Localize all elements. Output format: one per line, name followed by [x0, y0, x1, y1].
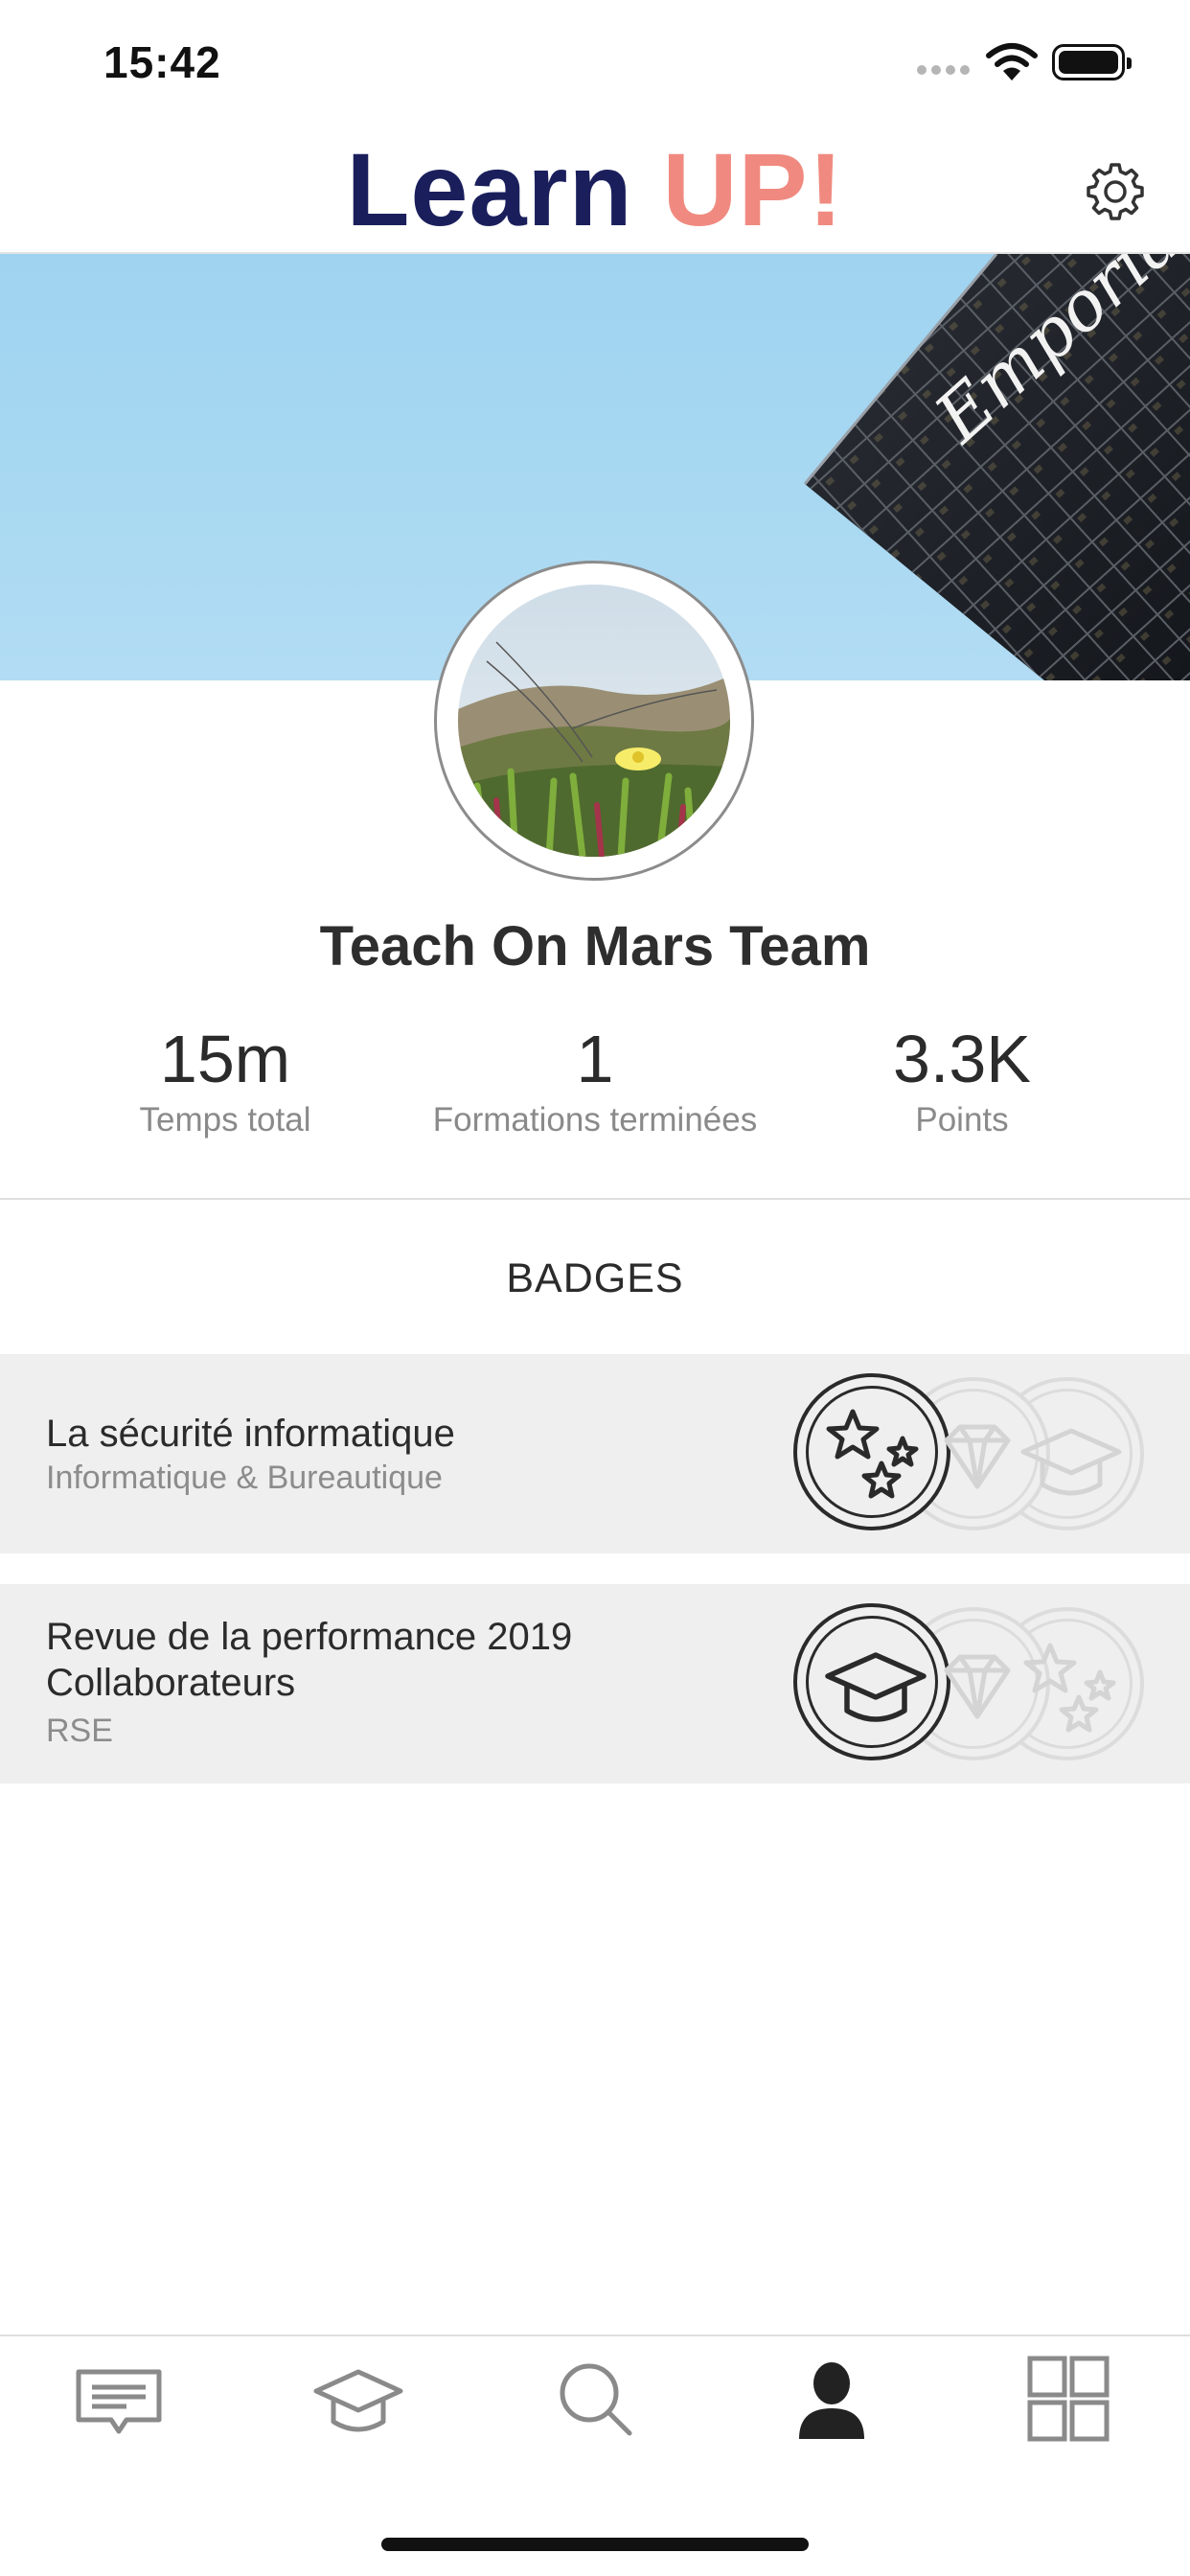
stat-value: 1	[576, 1022, 614, 1096]
stat-value: 15m	[159, 1022, 291, 1096]
apps-icon	[1027, 2356, 1110, 2442]
section-divider	[0, 1198, 1190, 1200]
tab-apps[interactable]	[1001, 2353, 1135, 2458]
status-time: 15:42	[103, 37, 221, 87]
courses-icon	[313, 2369, 403, 2432]
tab-courses[interactable]	[291, 2353, 425, 2458]
stat-label: Points	[915, 1101, 1009, 1138]
stat-label: Formations terminées	[432, 1101, 758, 1138]
profile-name: Teach On Mars Team	[319, 915, 871, 978]
battery-icon	[1052, 44, 1132, 80]
cellular-signal-icon	[917, 65, 970, 75]
stat-label: Temps total	[139, 1101, 311, 1138]
search-icon	[560, 2363, 632, 2436]
settings-gear-icon[interactable]	[1085, 161, 1146, 222]
home-indicator	[381, 2538, 809, 2551]
badges-title: BADGES	[506, 1255, 684, 1301]
logo-up-text: UP!	[662, 131, 844, 247]
tab-profile[interactable]	[765, 2353, 899, 2458]
logo-learn-text: Learn	[346, 131, 663, 247]
badge-row-revue-performance[interactable]: Revue de la performance 2019 Collaborate…	[0, 1584, 1190, 1783]
stat-total-time: 15m Temps total	[24, 1021, 426, 1139]
badge-row-subtitle: Informatique & Bureautique	[46, 1460, 443, 1496]
graduation-cap-badge-icon	[793, 1603, 950, 1760]
tab-search[interactable]	[528, 2353, 662, 2458]
stat-points: 3.3K Points	[761, 1021, 1163, 1139]
profile-icon	[799, 2362, 864, 2439]
messages-icon	[76, 2369, 162, 2434]
avatar[interactable]	[458, 585, 730, 857]
badge-row-title: La sécurité informatique	[46, 1413, 455, 1455]
stat-completed-courses: 1 Formations terminées	[394, 1021, 796, 1139]
badge-row-securite-informatique[interactable]: La sécurité informatique Informatique & …	[0, 1354, 1190, 1553]
stars-badge-icon	[793, 1373, 950, 1530]
badge-row-title-line1: Revue de la performance 2019	[46, 1616, 573, 1658]
tabbar-divider	[0, 2334, 1190, 2336]
app-logo: Learn UP!	[0, 132, 1190, 247]
wifi-icon	[986, 43, 1038, 80]
stat-value: 3.3K	[893, 1022, 1031, 1096]
badge-row-title-line2: Collaborateurs	[46, 1662, 296, 1704]
tab-messages[interactable]	[52, 2353, 186, 2458]
badge-row-subtitle: RSE	[46, 1713, 113, 1749]
